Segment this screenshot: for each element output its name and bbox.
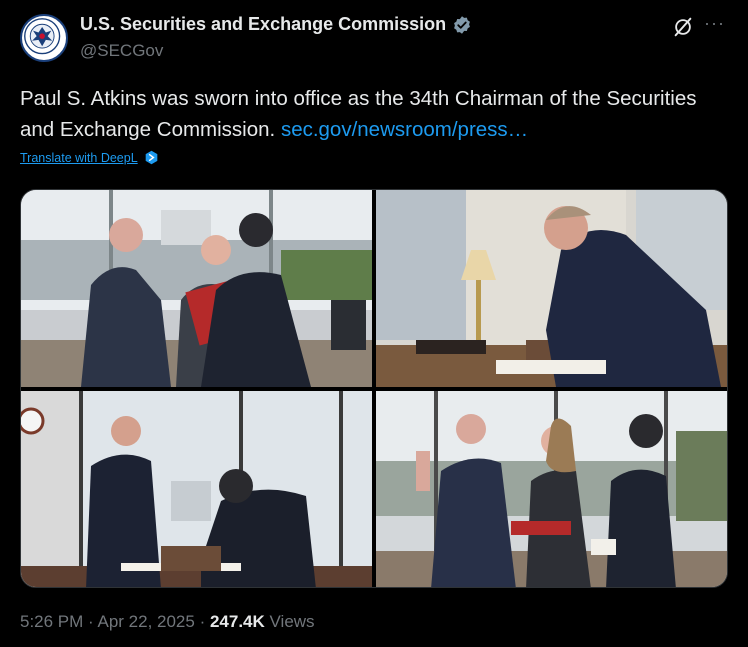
avatar[interactable] (20, 14, 68, 62)
views-label: Views (264, 612, 315, 631)
photo-handshake[interactable] (21, 190, 372, 387)
more-options-icon[interactable]: ··· (704, 13, 725, 34)
meta-separator: · (194, 612, 210, 631)
translate-link[interactable]: Translate with DeepL (20, 150, 159, 165)
sec-seal-logo (22, 16, 62, 56)
meta-separator: · (83, 612, 98, 631)
photo-oath[interactable] (376, 391, 727, 587)
grok-icon[interactable] (672, 16, 694, 38)
tweet-time[interactable]: 5:26 PM (20, 612, 83, 631)
views-count[interactable]: 247.4K (210, 612, 265, 631)
account-name-row[interactable]: U.S. Securities and Exchange Commission (80, 14, 472, 35)
tweet-date[interactable]: Apr 22, 2025 (97, 612, 194, 631)
tweet-text: Paul S. Atkins was sworn into office as … (20, 83, 720, 145)
photo-signing-standing[interactable] (376, 190, 727, 387)
account-handle[interactable]: @SECGov (80, 41, 163, 61)
translate-label[interactable]: Translate with DeepL (20, 151, 138, 165)
tweet-meta: 5:26 PM · Apr 22, 2025 · 247.4K Views (20, 612, 315, 632)
account-display-name[interactable]: U.S. Securities and Exchange Commission (80, 14, 446, 35)
verified-badge-icon (454, 15, 471, 34)
media-grid (20, 189, 728, 588)
photo-signing-seated[interactable] (21, 391, 372, 587)
deepl-icon (145, 150, 157, 165)
press-release-link[interactable]: sec.gov/newsroom/press… (281, 118, 528, 141)
